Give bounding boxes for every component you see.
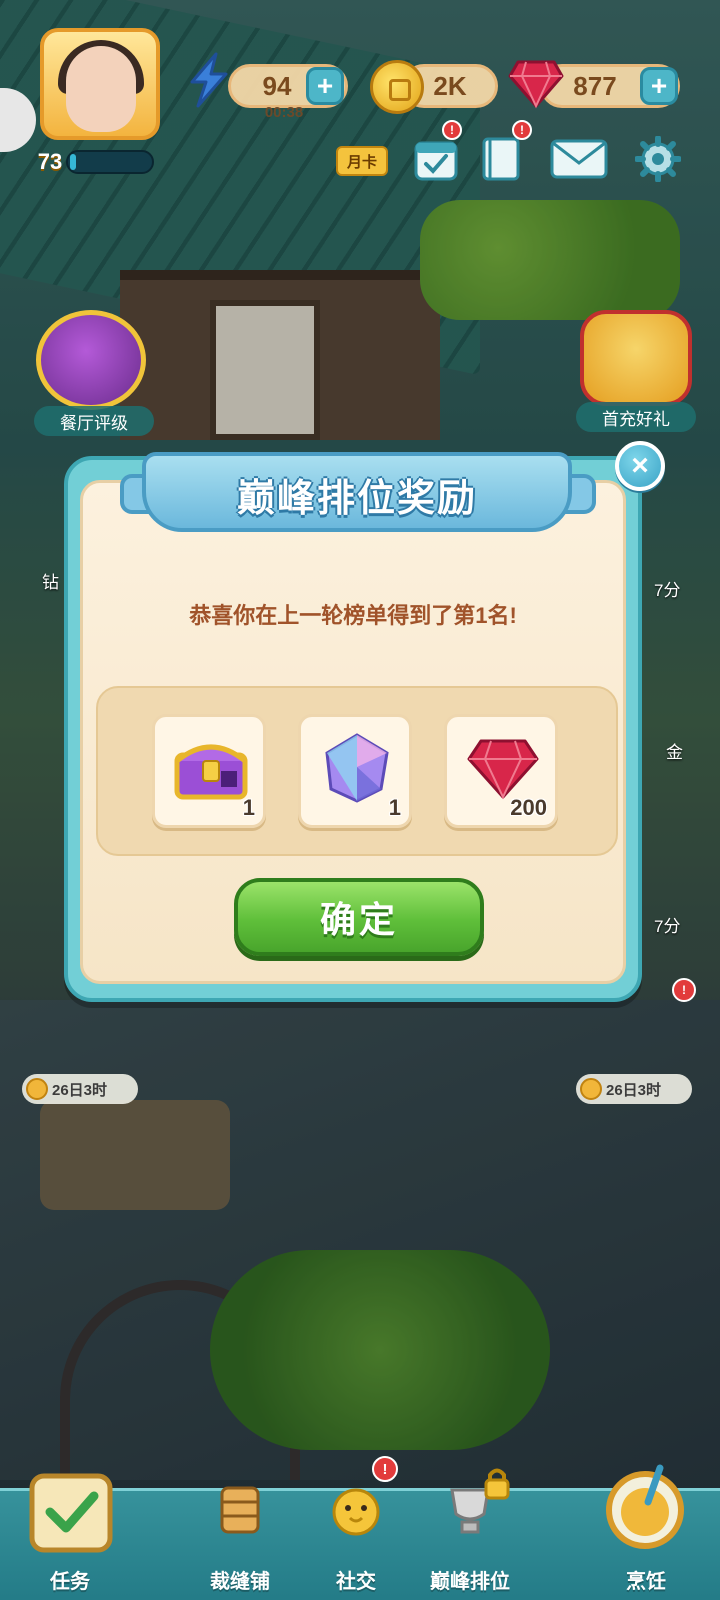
confirm-button[interactable]: 确定: [234, 878, 484, 956]
ruby-gem-icon: [467, 739, 539, 800]
nav-tailor-shop-label: 裁缝铺: [210, 1571, 270, 1593]
spatula-icon: [36, 310, 146, 410]
notebook-button[interactable]: [476, 132, 526, 186]
settings-button[interactable]: [630, 132, 686, 186]
daily-checkin-button[interactable]: [408, 132, 464, 186]
social-alert-badge: !: [372, 1456, 398, 1482]
side-right-partial-label-2: 金: [666, 743, 683, 762]
side-alert-badge: !: [672, 978, 696, 1002]
nav-tailor-shop[interactable]: 裁缝铺: [180, 1456, 300, 1600]
mail-button[interactable]: [546, 132, 612, 186]
reward-item-ruby-gem[interactable]: 200: [444, 714, 558, 828]
coin-value: 2K: [433, 70, 467, 101]
social-chick-icon: [332, 1488, 380, 1536]
event-timer-left: 26日3时: [22, 1074, 138, 1104]
envelope-icon: [550, 139, 608, 179]
energy-timer: 00:38: [264, 104, 304, 121]
dialog-title: 巅峰排位奖励: [236, 477, 477, 520]
clock-icon: [26, 1078, 48, 1100]
add-gems-button[interactable]: +: [640, 67, 678, 105]
restaurant-rating-label: 餐厅评级: [34, 406, 154, 436]
nav-tasks[interactable]: 任务: [10, 1456, 130, 1600]
avatar-face: [66, 46, 136, 132]
reward-item-treasure-chest[interactable]: 1: [152, 714, 266, 828]
reward-quantity: 200: [510, 795, 547, 820]
side-right-partial-label-1: 7分: [654, 581, 681, 600]
thread-spool-icon: [220, 1486, 260, 1534]
first-recharge-gift-label: 首充好礼: [576, 402, 696, 432]
player-avatar[interactable]: [40, 28, 160, 140]
treasure-chest-icon: [174, 744, 248, 800]
nav-cooking-label: 烹饪: [626, 1571, 666, 1593]
nav-cooking[interactable]: 烹饪: [586, 1456, 706, 1600]
nav-peak-ranking-label: 巅峰排位: [430, 1571, 510, 1593]
close-dialog-button[interactable]: ×: [615, 441, 665, 491]
reward-quantity: 1: [242, 795, 255, 820]
gem-value: 877: [573, 70, 617, 101]
event-timer-right: 26日3时: [576, 1074, 692, 1104]
reward-item-crystal[interactable]: 1: [298, 714, 412, 828]
close-icon: ×: [631, 449, 649, 482]
reward-quantity: 1: [388, 795, 401, 820]
side-right-partial-label-3: 7分: [654, 917, 681, 936]
level-progress-bar: [66, 150, 154, 174]
energy-icon: [190, 52, 228, 108]
add-energy-button[interactable]: +: [306, 67, 344, 105]
clipboard-check-icon: [29, 1473, 113, 1553]
lock-icon: [484, 1468, 510, 1500]
player-level: 73: [37, 149, 63, 174]
ruby-gem-icon: [508, 60, 564, 109]
nav-social[interactable]: 社交: [296, 1456, 416, 1600]
event-timer-right-text: 26日3时: [606, 1081, 662, 1099]
notebook-alert-badge: !: [512, 120, 532, 140]
coin-icon: [370, 60, 424, 114]
gear-icon: [635, 136, 681, 182]
event-timer-left-text: 26日3时: [52, 1081, 108, 1099]
month-card-button[interactable]: 月卡: [336, 146, 388, 176]
energy-value: 94: [262, 70, 292, 101]
gift-pot-icon: [580, 310, 692, 406]
side-left-partial-label: 钻: [42, 573, 59, 592]
congratulation-message: 恭喜你在上一轮榜单得到了第1名!: [189, 603, 517, 628]
checkin-alert-badge: !: [442, 120, 462, 140]
nav-tasks-label: 任务: [50, 1571, 90, 1593]
notebook-icon: [482, 137, 520, 181]
nav-social-label: 社交: [336, 1571, 376, 1593]
clock-icon: [580, 1078, 602, 1100]
cooking-pot-icon: [606, 1464, 684, 1549]
crystal-icon: [325, 733, 389, 803]
nav-peak-ranking[interactable]: 巅峰排位: [410, 1456, 530, 1600]
calendar-check-icon: [414, 141, 458, 181]
